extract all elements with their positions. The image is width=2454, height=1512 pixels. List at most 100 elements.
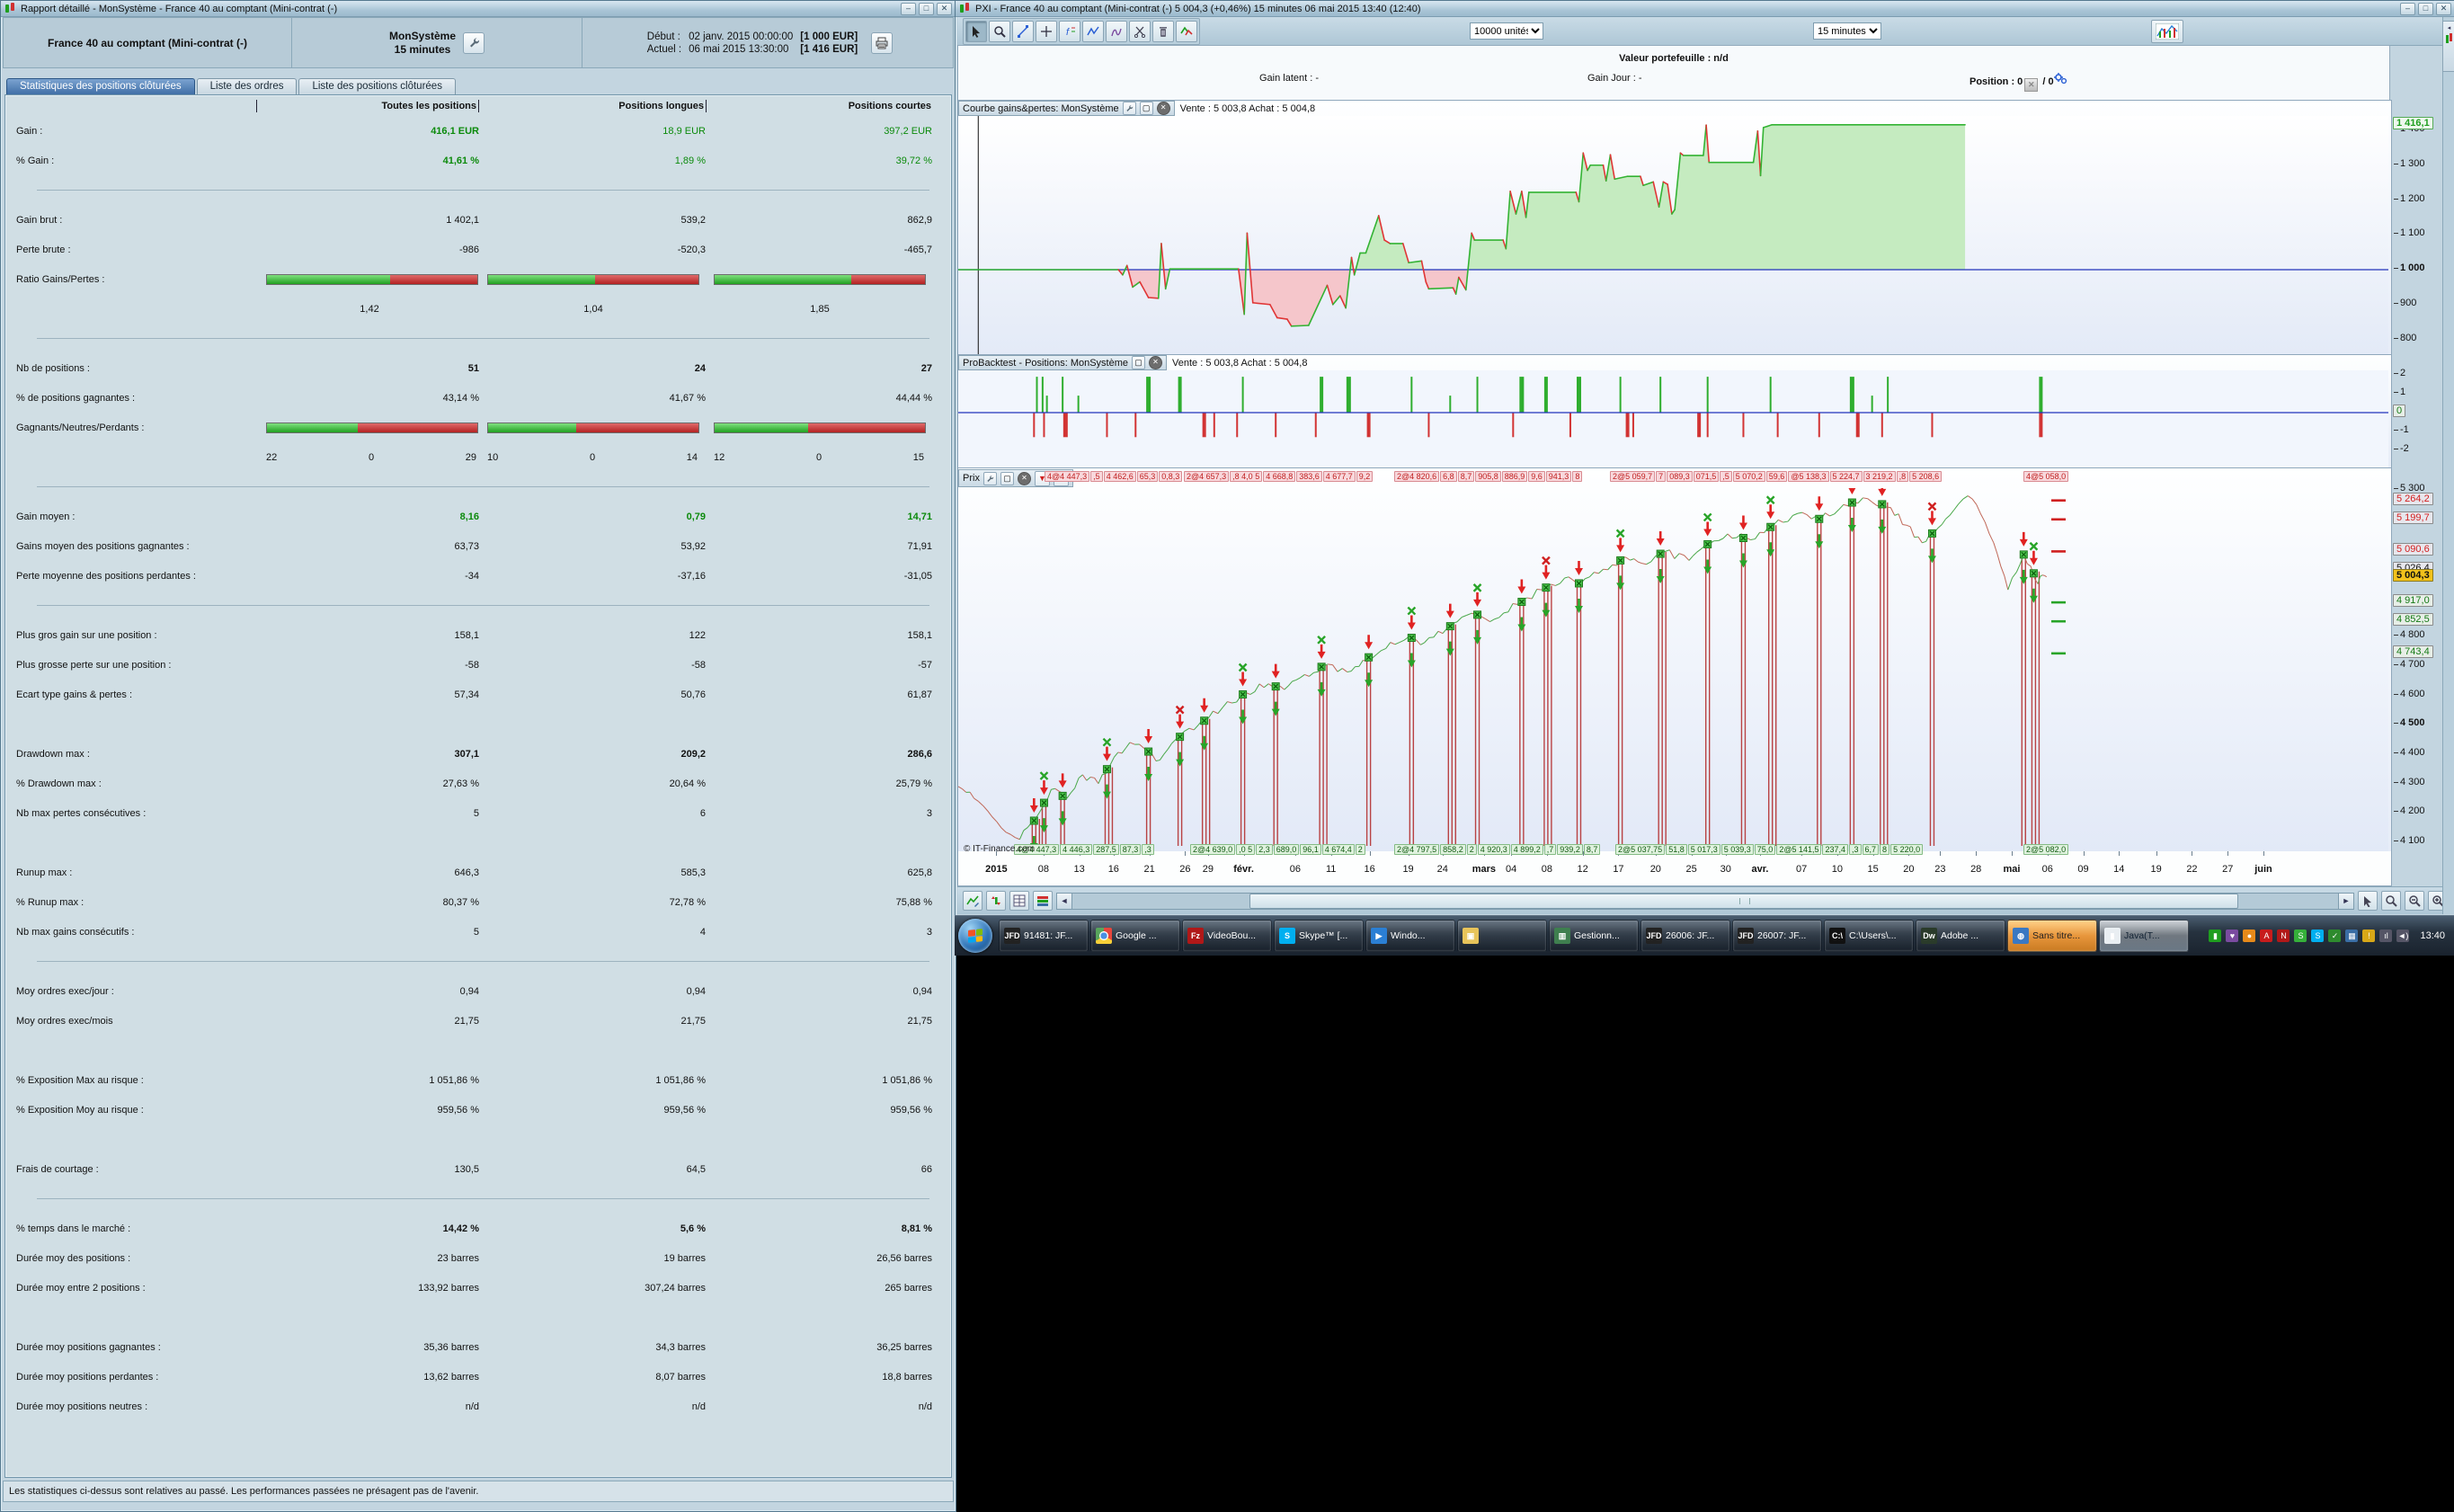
indicator-tool[interactable]: f bbox=[1059, 21, 1080, 42]
wrench-icon[interactable] bbox=[463, 32, 485, 54]
pointer-tool[interactable] bbox=[965, 21, 987, 42]
report-window: Rapport détaillé - MonSystème - France 4… bbox=[0, 0, 956, 1512]
chart-titlebar[interactable]: PXI - France 40 au comptant (Mini-contra… bbox=[956, 1, 2454, 17]
tray-icon[interactable]: ▮ bbox=[2209, 929, 2221, 942]
zoom-tool[interactable] bbox=[989, 21, 1010, 42]
equity-quote: Vente : 5 003,8 Achat : 5 004,8 bbox=[1180, 103, 1315, 114]
taskbar-item-gestionn-[interactable]: ▥Gestionn... bbox=[1549, 920, 1639, 952]
tab-statistics[interactable]: Statistiques des positions clôturées bbox=[6, 78, 195, 95]
taskbar-item-google-[interactable]: Google ... bbox=[1090, 920, 1180, 952]
print-icon[interactable] bbox=[871, 32, 893, 54]
equity-panel-tab[interactable]: Courbe gains&pertes: MonSystème ▢ ✕ bbox=[958, 101, 1175, 116]
taskbar-item-windo-[interactable]: ▶Windo... bbox=[1365, 920, 1455, 952]
wrench-icon[interactable] bbox=[983, 472, 997, 485]
taskbar-item-26006-jf-[interactable]: JFD26006: JF... bbox=[1640, 920, 1730, 952]
taskbar-item-sans-titre-[interactable]: ◍Sans titre... bbox=[2007, 920, 2097, 952]
taskbar-item-c-users-[interactable]: C:\C:\Users\... bbox=[1824, 920, 1914, 952]
tray-icon[interactable]: S bbox=[2294, 929, 2307, 942]
orders-display-icon[interactable] bbox=[986, 891, 1006, 911]
restore-button[interactable]: □ bbox=[919, 3, 934, 15]
tab-closed-positions-list[interactable]: Liste des positions clôturées bbox=[298, 78, 455, 95]
buy-order-labels: 2@4 639,0,0 52,3689,096,14 674,42 bbox=[1190, 844, 1365, 855]
close-position-icon[interactable]: ✕ bbox=[2024, 78, 2038, 92]
tray-icon[interactable]: N bbox=[2277, 929, 2290, 942]
zoom-selection-icon[interactable] bbox=[2381, 891, 2401, 911]
taskbar-item-videobou-[interactable]: FzVideoBou... bbox=[1182, 920, 1272, 952]
scroll-right-arrow[interactable]: ► bbox=[2338, 893, 2354, 910]
price-level-box: 5 199,7 bbox=[2393, 511, 2433, 524]
table-view-icon[interactable] bbox=[1009, 891, 1029, 911]
pattern-tool[interactable] bbox=[1106, 21, 1127, 42]
positions-chart[interactable] bbox=[958, 370, 2389, 468]
scrollbar-thumb[interactable] bbox=[1249, 894, 2238, 909]
maximize-icon[interactable]: ▢ bbox=[1132, 356, 1145, 369]
table-row: Runup max :646,3585,3625,8 bbox=[5, 858, 951, 887]
tab-orders-list[interactable]: Liste des ordres bbox=[197, 78, 298, 95]
close-icon[interactable]: ✕ bbox=[1149, 356, 1162, 369]
minimize-button[interactable]: – bbox=[901, 3, 916, 15]
scissors-tool[interactable] bbox=[1129, 21, 1151, 42]
long-short-tool[interactable] bbox=[1176, 21, 1197, 42]
start-button[interactable] bbox=[958, 919, 992, 953]
table-row: Durée moy positions gagnantes :35,36 bar… bbox=[5, 1332, 951, 1362]
tray-icon[interactable]: A bbox=[2260, 929, 2272, 942]
chart-type-button[interactable] bbox=[2151, 20, 2183, 43]
crosshair-tool[interactable] bbox=[1036, 21, 1057, 42]
tray-icon[interactable]: ! bbox=[2362, 929, 2375, 942]
report-titlebar[interactable]: Rapport détaillé - MonSystème - France 4… bbox=[1, 1, 956, 17]
zigzag-tool[interactable] bbox=[1082, 21, 1104, 42]
layers-icon[interactable] bbox=[1033, 891, 1053, 911]
taskbar-item-folder[interactable]: ▣ bbox=[1457, 920, 1547, 952]
gain-loss-ratio-bar bbox=[487, 422, 699, 433]
maximize-icon[interactable]: ▢ bbox=[1140, 102, 1153, 115]
taskbar-item-skype-[interactable]: SSkype™ [... bbox=[1274, 920, 1364, 952]
tray-icon[interactable]: ♥ bbox=[2226, 929, 2238, 942]
axis-tick-label: 1 200 bbox=[2394, 193, 2425, 204]
taskbar-clock[interactable]: 13:40 bbox=[2416, 930, 2454, 941]
minimize-button[interactable]: – bbox=[2400, 3, 2415, 15]
scroll-left-arrow[interactable]: ◄ bbox=[1056, 893, 1072, 910]
positions-panel: ProBacktest - Positions: MonSystème ▢ ✕ … bbox=[957, 354, 2392, 469]
tray-icon[interactable]: ✓ bbox=[2328, 929, 2341, 942]
taskbar-item-26007-jf-[interactable]: JFD26007: JF... bbox=[1732, 920, 1822, 952]
tray-icon[interactable]: ● bbox=[2243, 929, 2255, 942]
table-row: Moy ordres exec/jour :0,940,940,94 bbox=[5, 976, 951, 1006]
horizontal-scrollbar[interactable]: ◄ ► bbox=[1056, 894, 2354, 909]
units-select[interactable]: 10000 unités bbox=[1470, 22, 1543, 40]
taskbar-item-adobe-[interactable]: DwAdobe ... bbox=[1916, 920, 2005, 952]
trash-tool[interactable] bbox=[1152, 21, 1174, 42]
instrument-name: France 40 au comptant (Mini-contrat (-) bbox=[4, 18, 292, 67]
table-row: Gain brut :1 402,1539,2862,9 bbox=[5, 205, 951, 235]
pointer-mode-icon[interactable] bbox=[2358, 891, 2378, 911]
positions-panel-title: ProBacktest - Positions: MonSystème bbox=[963, 358, 1128, 369]
spacer-row bbox=[5, 828, 951, 858]
col-short-positions: Positions courtes bbox=[707, 100, 933, 112]
close-button[interactable]: ✕ bbox=[2436, 3, 2451, 15]
taskbar-item-java-t-[interactable]: ▮Java(T... bbox=[2099, 920, 2189, 952]
restore-button[interactable]: □ bbox=[2418, 3, 2433, 15]
price-panel: Prix ▢ ✕ ▼ ▲ 4@4 447,3,54 462,665,30,8,3… bbox=[957, 467, 2392, 853]
trendline-tool[interactable] bbox=[1012, 21, 1034, 42]
tray-icon[interactable]: S bbox=[2311, 929, 2324, 942]
portfolio-value: Valeur portefeuille : n/d bbox=[958, 53, 2389, 64]
equity-chart[interactable] bbox=[958, 116, 2389, 355]
axis-tick-label: 800 bbox=[2394, 333, 2416, 343]
settings-gears-icon[interactable] bbox=[2054, 73, 2067, 84]
timeframe-select[interactable]: 15 minutes bbox=[1813, 22, 1881, 40]
maximize-icon[interactable]: ▢ bbox=[1000, 472, 1014, 485]
wrench-icon[interactable] bbox=[1123, 102, 1136, 115]
positions-panel-tab[interactable]: ProBacktest - Positions: MonSystème ▢ ✕ bbox=[958, 355, 1167, 370]
taskbar-item-91481-jf-[interactable]: JFD91481: JF... bbox=[999, 920, 1089, 952]
zoom-out-icon[interactable] bbox=[2405, 891, 2424, 911]
scrollbar-track[interactable] bbox=[1072, 893, 2338, 910]
tray-icon[interactable]: ıl bbox=[2379, 929, 2392, 942]
price-chart[interactable] bbox=[958, 488, 2389, 852]
close-button[interactable]: ✕ bbox=[937, 3, 952, 15]
tray-icon[interactable]: ◄) bbox=[2396, 929, 2409, 942]
edit-chart-icon[interactable] bbox=[963, 891, 982, 911]
sidebar-expand-tab[interactable]: ◂ bbox=[2442, 21, 2454, 72]
date-label: 24 bbox=[1437, 864, 1448, 875]
close-icon[interactable]: ✕ bbox=[1018, 472, 1031, 485]
tray-icon[interactable]: ▦ bbox=[2345, 929, 2358, 942]
close-icon[interactable]: ✕ bbox=[1157, 102, 1170, 115]
